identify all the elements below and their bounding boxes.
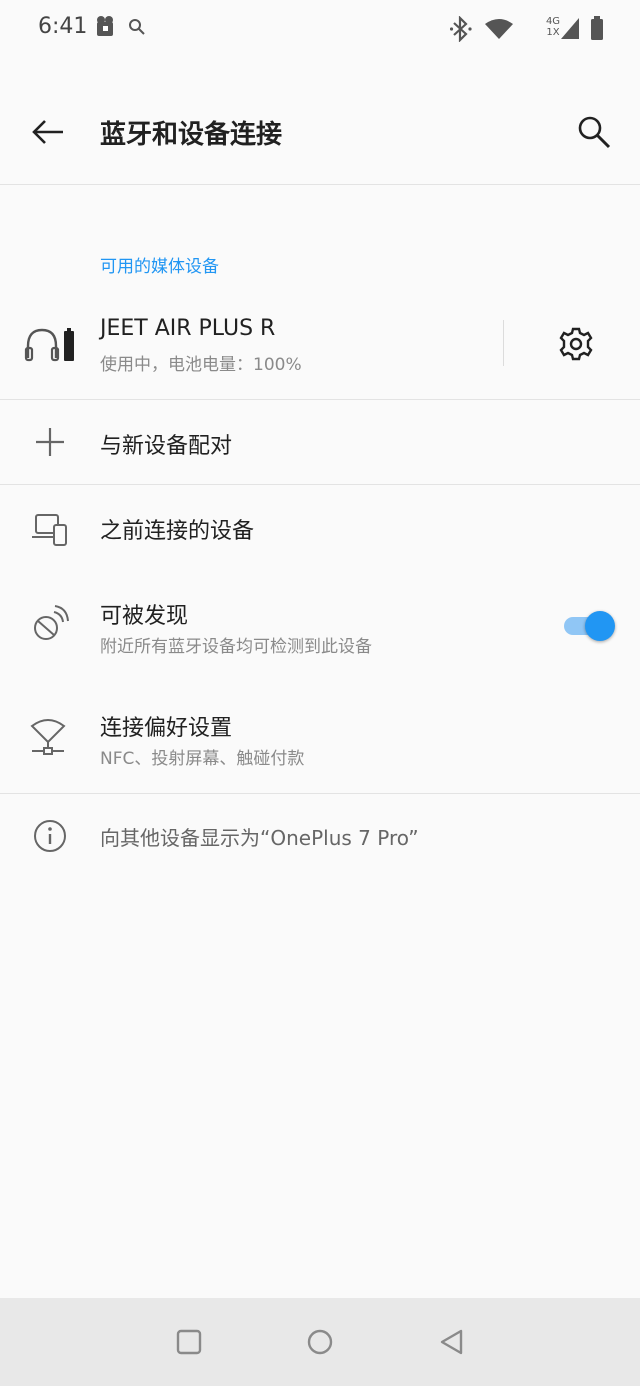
section-title-media: 可用的媒体设备 <box>100 257 219 277</box>
device-name: JEET AIR PLUS R <box>100 316 276 341</box>
media-device-item[interactable]: JEET AIR PLUS R 使用中，电池电量：100% <box>0 302 500 398</box>
bluetooth-searching-icon <box>26 600 74 648</box>
home-circle-icon <box>307 1329 333 1355</box>
search-button[interactable] <box>570 108 618 156</box>
back-button[interactable] <box>24 108 72 156</box>
bluetooth-icon <box>449 15 474 46</box>
connection-preferences-title: 连接偏好设置 <box>100 716 233 741</box>
discoverable-item[interactable]: 可被发现 附近所有蓝牙设备均可检测到此设备 <box>0 580 640 680</box>
device-status: 使用中，电池电量：100% <box>100 355 302 375</box>
arrow-left-icon <box>32 120 63 144</box>
headphones-icon <box>22 320 80 368</box>
app-notification-icon <box>92 14 120 44</box>
connection-preferences-item[interactable]: 连接偏好设置 NFC、投射屏幕、触碰付款 <box>0 690 640 792</box>
connection-preferences-subtitle: NFC、投射屏幕、触碰付款 <box>100 749 305 769</box>
search-icon <box>128 18 146 40</box>
plus-icon <box>26 418 74 466</box>
recents-button[interactable] <box>165 1318 213 1366</box>
device-visible-name: 向其他设备显示为“OnePlus 7 Pro” <box>100 826 419 850</box>
gear-icon <box>559 327 593 361</box>
preferences-divider <box>0 793 640 794</box>
previous-devices-item[interactable]: 之前连接的设备 <box>0 485 640 571</box>
back-triangle-icon <box>440 1329 463 1355</box>
devices-icon <box>26 505 74 553</box>
page-title: 蓝牙和设备连接 <box>100 120 283 150</box>
home-button[interactable] <box>296 1318 344 1366</box>
info-icon <box>26 812 74 860</box>
battery-icon <box>590 16 604 44</box>
discoverable-subtitle: 附近所有蓝牙设备均可检测到此设备 <box>100 637 372 657</box>
pair-new-device-item[interactable]: 与新设备配对 <box>0 400 640 484</box>
toggle-thumb <box>585 611 615 641</box>
status-time: 6:41 <box>38 14 88 39</box>
back-nav-button[interactable] <box>428 1318 476 1366</box>
search-icon <box>578 116 611 149</box>
device-settings-divider <box>503 320 504 366</box>
discoverable-title: 可被发现 <box>100 604 189 629</box>
signal-4g-icon <box>560 18 580 44</box>
recents-square-icon <box>176 1329 202 1355</box>
connection-prefs-icon <box>24 714 72 762</box>
appbar-divider <box>0 184 640 185</box>
device-settings-button[interactable] <box>552 320 600 368</box>
discoverable-toggle[interactable] <box>560 608 616 642</box>
pair-new-device-label: 与新设备配对 <box>100 434 233 459</box>
previous-devices-label: 之前连接的设备 <box>100 519 255 544</box>
wifi-icon <box>484 18 514 44</box>
